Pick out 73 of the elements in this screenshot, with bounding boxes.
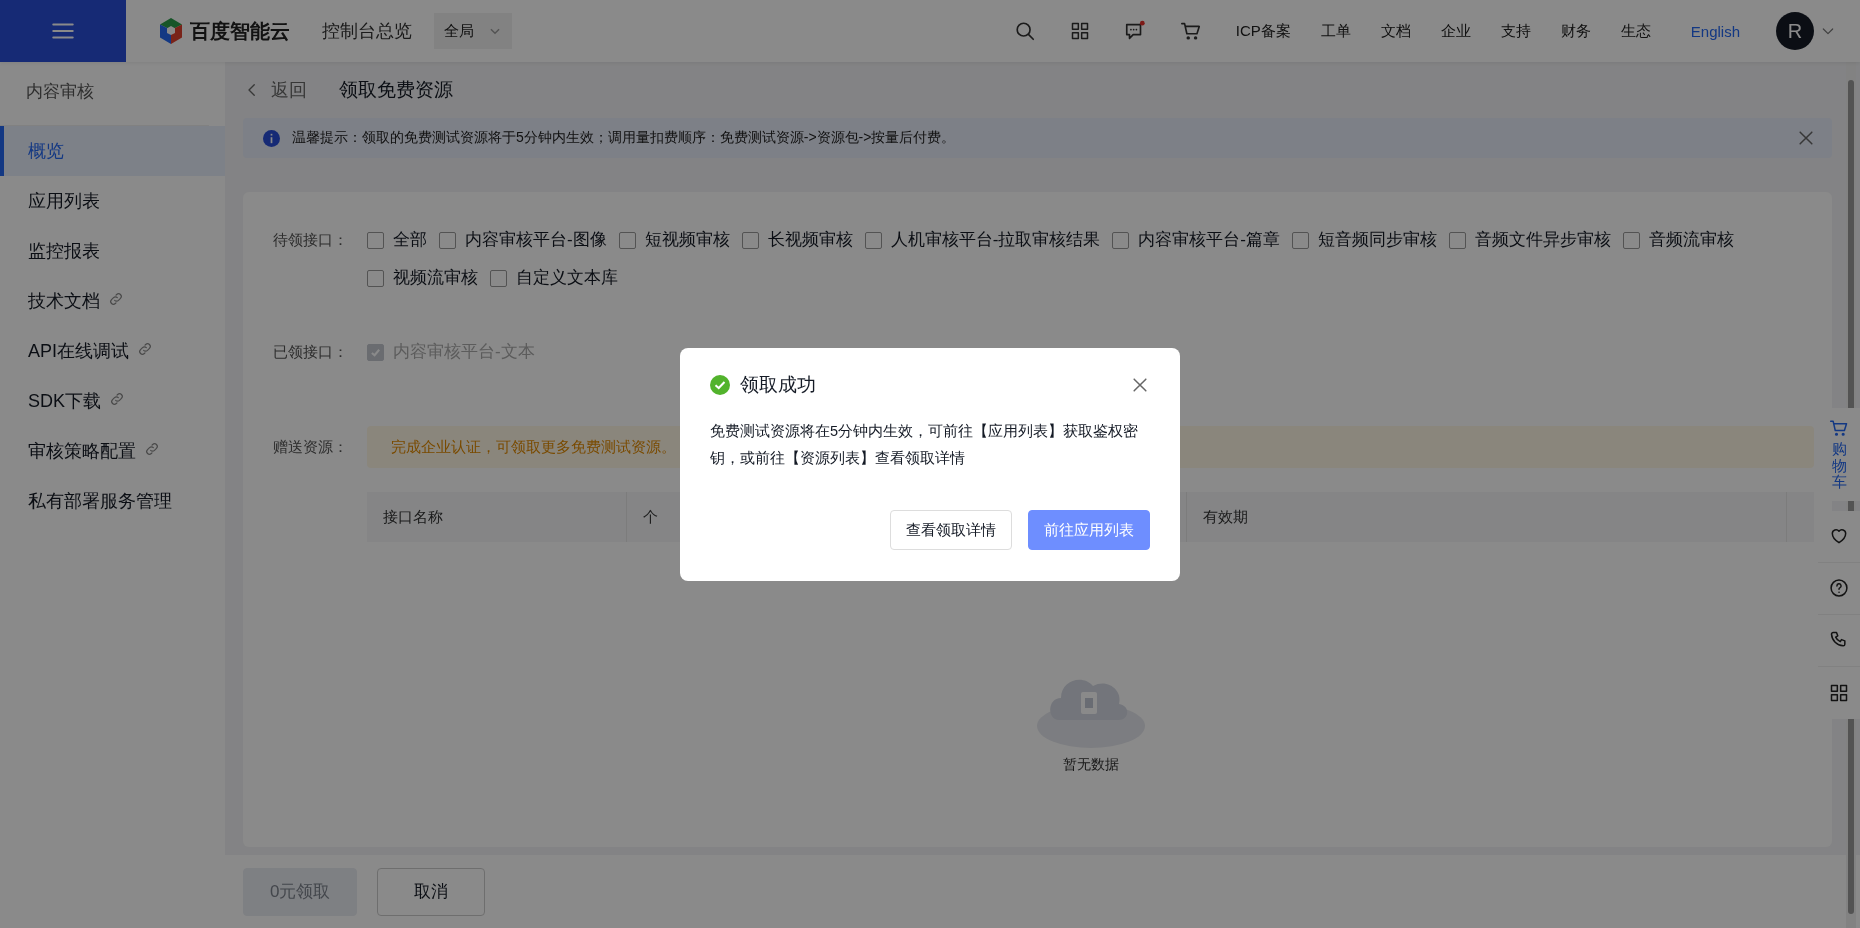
column-header: 个 <box>643 507 658 527</box>
menu-button[interactable] <box>0 0 126 62</box>
footer-button[interactable]: 取消 <box>377 867 486 916</box>
checkbox-label: 短视频审核 <box>644 229 730 251</box>
logo-text: 百度智能云 <box>190 18 290 44</box>
grid-icon <box>1069 21 1090 41</box>
link-icon <box>137 340 153 357</box>
checkbox[interactable] <box>1449 231 1466 249</box>
form-label: 待领接口： <box>273 230 349 250</box>
sidebar-item[interactable]: 审核策略配置 <box>0 426 225 476</box>
checkbox-label: 全部 <box>393 229 427 251</box>
checkbox[interactable] <box>490 269 507 287</box>
sidebar-item[interactable]: 监控报表 <box>0 226 225 276</box>
question-icon <box>1829 578 1849 598</box>
sidebar-item[interactable]: 应用列表 <box>0 176 225 226</box>
checkbox-label: 音频流审核 <box>1649 229 1734 251</box>
cart-icon <box>1829 418 1849 438</box>
checkbox[interactable] <box>367 231 384 249</box>
sidebar-item[interactable]: SDK下载 <box>0 376 225 426</box>
checkbox[interactable] <box>741 231 759 249</box>
link-icon <box>108 290 124 307</box>
search-icon <box>1013 20 1036 42</box>
checkbox-label: 人机审核平台-拉取审核结果 <box>890 229 1101 251</box>
checkbox-label: 自定义文本库 <box>516 267 618 289</box>
dialog-button[interactable]: 前往应用列表 <box>1028 510 1150 550</box>
checkbox-label: 音频文件异步审核 <box>1475 229 1611 251</box>
checkbox-label: 视频流审核 <box>393 267 478 289</box>
sidebar-item[interactable]: API在线调试 <box>0 326 225 376</box>
nav-link[interactable]: 支持 <box>1500 21 1531 41</box>
logo-icon <box>158 17 184 45</box>
checkbox[interactable] <box>1292 231 1309 249</box>
region-select[interactable]: 全局 <box>434 13 512 49</box>
check-icon <box>370 346 381 358</box>
checkbox-label: 短音频同步审核 <box>1318 229 1437 251</box>
checkbox[interactable] <box>618 231 636 249</box>
form-label: 已领接口： <box>273 342 349 362</box>
checkbox-label: 长视频审核 <box>767 229 853 251</box>
nav-link[interactable]: 文档 <box>1380 21 1411 41</box>
avatar[interactable]: R <box>1776 12 1814 50</box>
link-icon <box>144 440 160 457</box>
checkbox[interactable] <box>439 231 456 249</box>
message-icon <box>1123 20 1146 42</box>
dialog-title: 领取成功 <box>740 373 817 397</box>
language-link[interactable]: English <box>1690 22 1740 40</box>
cart-icon <box>1179 20 1202 42</box>
checkbox[interactable] <box>1112 231 1130 249</box>
back-button[interactable]: 返回 <box>243 78 317 102</box>
info-icon <box>263 129 280 147</box>
checkbox-label: 内容审核平台-篇章 <box>1138 229 1280 251</box>
notice-text: 温馨提示：领取的免费测试资源将于5分钟内生效；调用量扣费顺序：免费测试资源->资源包->按量后付费。 <box>292 129 957 147</box>
column-header: 有效期 <box>1203 507 1248 527</box>
checkbox[interactable] <box>1623 231 1640 249</box>
page-title: 领取免费资源 <box>339 78 453 102</box>
checkbox[interactable] <box>864 231 882 249</box>
console-link[interactable]: 控制台总览 <box>322 19 412 43</box>
checkbox[interactable] <box>367 269 384 287</box>
nav-link[interactable]: 财务 <box>1560 21 1591 41</box>
sidebar-item[interactable]: 概览 <box>0 126 225 176</box>
success-icon <box>710 375 730 395</box>
nav-link[interactable]: 企业 <box>1440 21 1471 41</box>
heart-icon <box>1829 526 1849 546</box>
form-label: 赠送资源： <box>273 437 349 457</box>
checkbox-label: 内容审核平台-图像 <box>465 229 607 251</box>
sidebar-item[interactable]: 技术文档 <box>0 276 225 326</box>
dialog-button[interactable]: 查看领取详情 <box>890 510 1012 550</box>
link-icon <box>109 390 125 407</box>
column-header: 接口名称 <box>383 507 443 527</box>
nav-link[interactable]: 生态 <box>1620 21 1651 41</box>
empty-text: 暂无数据 <box>1062 756 1119 774</box>
grid-icon <box>1829 682 1849 703</box>
sidebar-item[interactable]: 私有部署服务管理 <box>0 476 225 526</box>
nav-link[interactable]: ICP备案 <box>1235 21 1291 41</box>
nav-link[interactable]: 工单 <box>1320 21 1351 41</box>
